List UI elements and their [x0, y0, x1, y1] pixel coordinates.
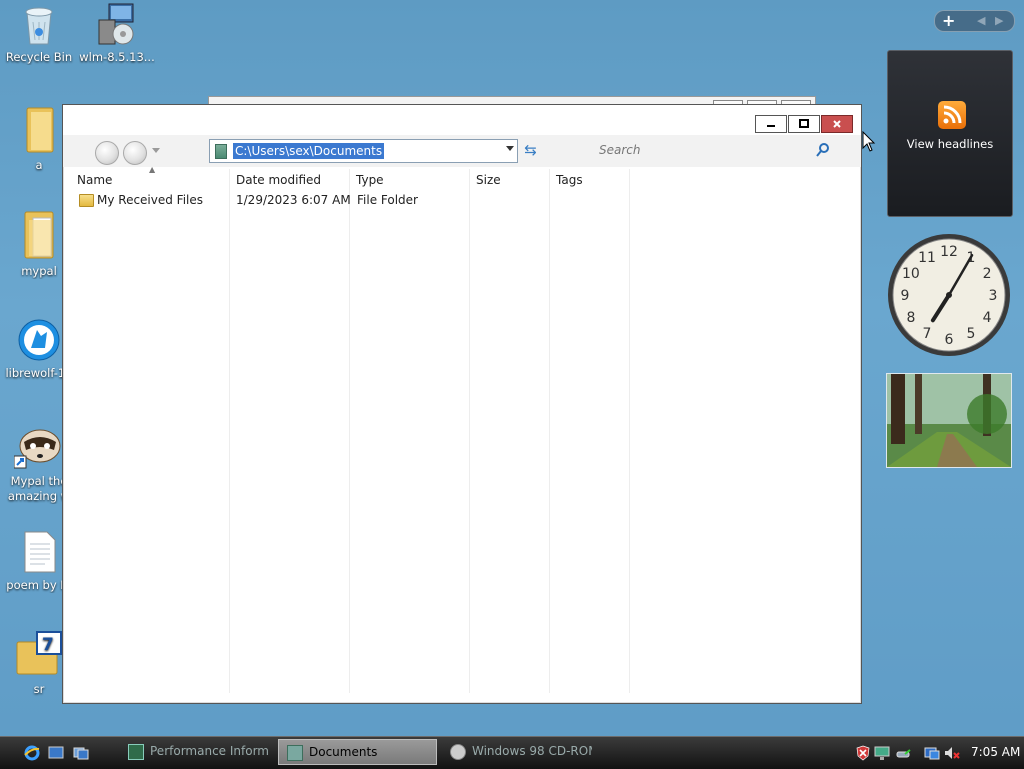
minimize-button[interactable]	[755, 115, 787, 133]
svg-text:7: 7	[42, 635, 54, 655]
clock-numeral: 12	[940, 244, 958, 260]
next-gadgets-button[interactable]: ▶	[995, 12, 1003, 30]
cd-rom-icon	[450, 744, 466, 760]
feed-headlines-gadget[interactable]: View headlines	[887, 50, 1013, 217]
close-button[interactable]	[821, 115, 853, 133]
forward-button[interactable]	[123, 141, 147, 165]
taskbar-button-label: Windows 98 CD-ROM	[472, 744, 592, 758]
clock-numeral: 3	[989, 288, 998, 304]
security-alert-icon[interactable]	[855, 745, 871, 761]
folder-icon	[26, 107, 54, 153]
text-document-icon	[24, 531, 56, 573]
maximize-icon	[799, 119, 809, 128]
previous-gadgets-button[interactable]: ◀	[977, 12, 985, 30]
mypal-raccoon-icon	[14, 429, 61, 469]
clock-numeral: 8	[906, 310, 915, 326]
column-divider[interactable]	[549, 169, 550, 693]
address-text[interactable]: C:\Users\sex\Documents	[233, 143, 385, 159]
clock-numeral: 7	[923, 326, 932, 342]
refresh-button[interactable]: ⇆	[519, 139, 542, 162]
column-header-name[interactable]: Name	[77, 171, 227, 193]
refresh-icon: ⇆	[524, 141, 537, 159]
clock-numeral: 10	[902, 266, 920, 282]
taskbar: Performance Inform... Documents Windows …	[0, 736, 1024, 769]
minimize-icon	[767, 125, 775, 127]
add-gadget-button[interactable]: +	[942, 11, 955, 31]
file-date-modified: 1/29/2023 6:07 AM	[236, 193, 351, 207]
slideshow-gadget[interactable]	[886, 373, 1012, 468]
documents-folder-icon	[287, 745, 303, 761]
taskbar-clock[interactable]: 7:05 AM	[971, 745, 1020, 759]
navigation-toolbar: C:\Users\sex\Documents ⇆ Search	[63, 135, 861, 167]
network-icon[interactable]	[874, 745, 890, 761]
search-box[interactable]: Search	[593, 139, 833, 162]
desktop-icon-wlm-installer[interactable]: wlm-8.5.13...	[79, 2, 155, 65]
column-header-date-modified[interactable]: Date modified	[236, 171, 346, 193]
search-icon[interactable]	[816, 142, 830, 158]
address-dropdown-icon[interactable]	[506, 146, 514, 151]
sidebar-controls: + ◀ ▶	[934, 10, 1015, 32]
clock-numeral: 9	[901, 288, 910, 304]
file-name[interactable]: My Received Files	[97, 191, 203, 209]
mouse-cursor-icon	[862, 131, 876, 152]
internet-explorer-icon[interactable]	[24, 745, 40, 761]
performance-monitor-icon	[128, 744, 144, 760]
connection-icon[interactable]	[924, 745, 940, 761]
recent-pages-dropdown[interactable]	[152, 148, 160, 153]
file-row[interactable]: My Received Files 1/29/2023 6:07 AM File…	[69, 191, 629, 209]
desktop-icon-label: wlm-8.5.13...	[79, 50, 155, 64]
rss-feed-icon	[938, 101, 966, 129]
taskbar-button-performance[interactable]: Performance Inform...	[120, 739, 270, 763]
clock-numeral: 6	[945, 332, 954, 348]
recycle-bin-icon	[25, 7, 53, 45]
search-placeholder: Search	[599, 143, 641, 157]
clock-numeral: 2	[983, 266, 992, 282]
column-header-tags[interactable]: Tags	[556, 171, 626, 193]
show-desktop-icon[interactable]	[48, 745, 64, 761]
column-divider[interactable]	[469, 169, 470, 693]
taskbar-button-label: Performance Inform...	[150, 744, 270, 758]
installer-icon	[98, 3, 134, 45]
7zip-folder-icon: 7	[16, 631, 62, 675]
clock-numeral: 4	[983, 310, 992, 326]
taskbar-button-label: Documents	[309, 745, 378, 759]
address-bar[interactable]: C:\Users\sex\Documents	[209, 139, 518, 163]
sort-ascending-icon: ▲	[149, 165, 156, 174]
column-headers: Name ▲ Date modified Type Size Tags	[69, 165, 849, 193]
librewolf-icon	[18, 319, 60, 361]
forest-photo	[887, 374, 1011, 467]
file-type: File Folder	[357, 193, 418, 207]
folder-icon	[79, 194, 94, 207]
view-headlines-link[interactable]: View headlines	[888, 137, 1012, 151]
taskbar-button-documents[interactable]: Documents	[278, 739, 437, 765]
desktop-icon-recycle-bin[interactable]: Recycle Bin	[1, 2, 77, 65]
column-divider[interactable]	[629, 169, 630, 693]
documents-folder-icon	[215, 144, 227, 159]
volume-muted-icon[interactable]	[944, 745, 960, 761]
taskbar-button-cd-rom[interactable]: Windows 98 CD-ROM	[442, 739, 592, 763]
title-bar[interactable]	[63, 105, 861, 135]
column-header-size[interactable]: Size	[476, 171, 546, 193]
back-button[interactable]	[95, 141, 119, 165]
explorer-window[interactable]: C:\Users\sex\Documents ⇆ Search Name ▲ D…	[62, 104, 862, 704]
switch-windows-icon[interactable]	[73, 745, 89, 761]
column-divider[interactable]	[349, 169, 350, 693]
maximize-button[interactable]	[788, 115, 820, 133]
clock-gadget[interactable]: 123456789101112	[886, 232, 1012, 358]
clock-numeral: 5	[967, 326, 976, 342]
clock-face: 123456789101112	[888, 234, 1010, 356]
safely-remove-hardware-icon[interactable]	[895, 745, 911, 761]
column-header-type[interactable]: Type	[356, 171, 466, 193]
folder-icon	[24, 211, 54, 259]
desktop-icon-label: Recycle Bin	[5, 50, 73, 64]
close-icon	[833, 120, 841, 128]
clock-numeral: 11	[918, 250, 936, 266]
column-divider[interactable]	[229, 169, 230, 693]
